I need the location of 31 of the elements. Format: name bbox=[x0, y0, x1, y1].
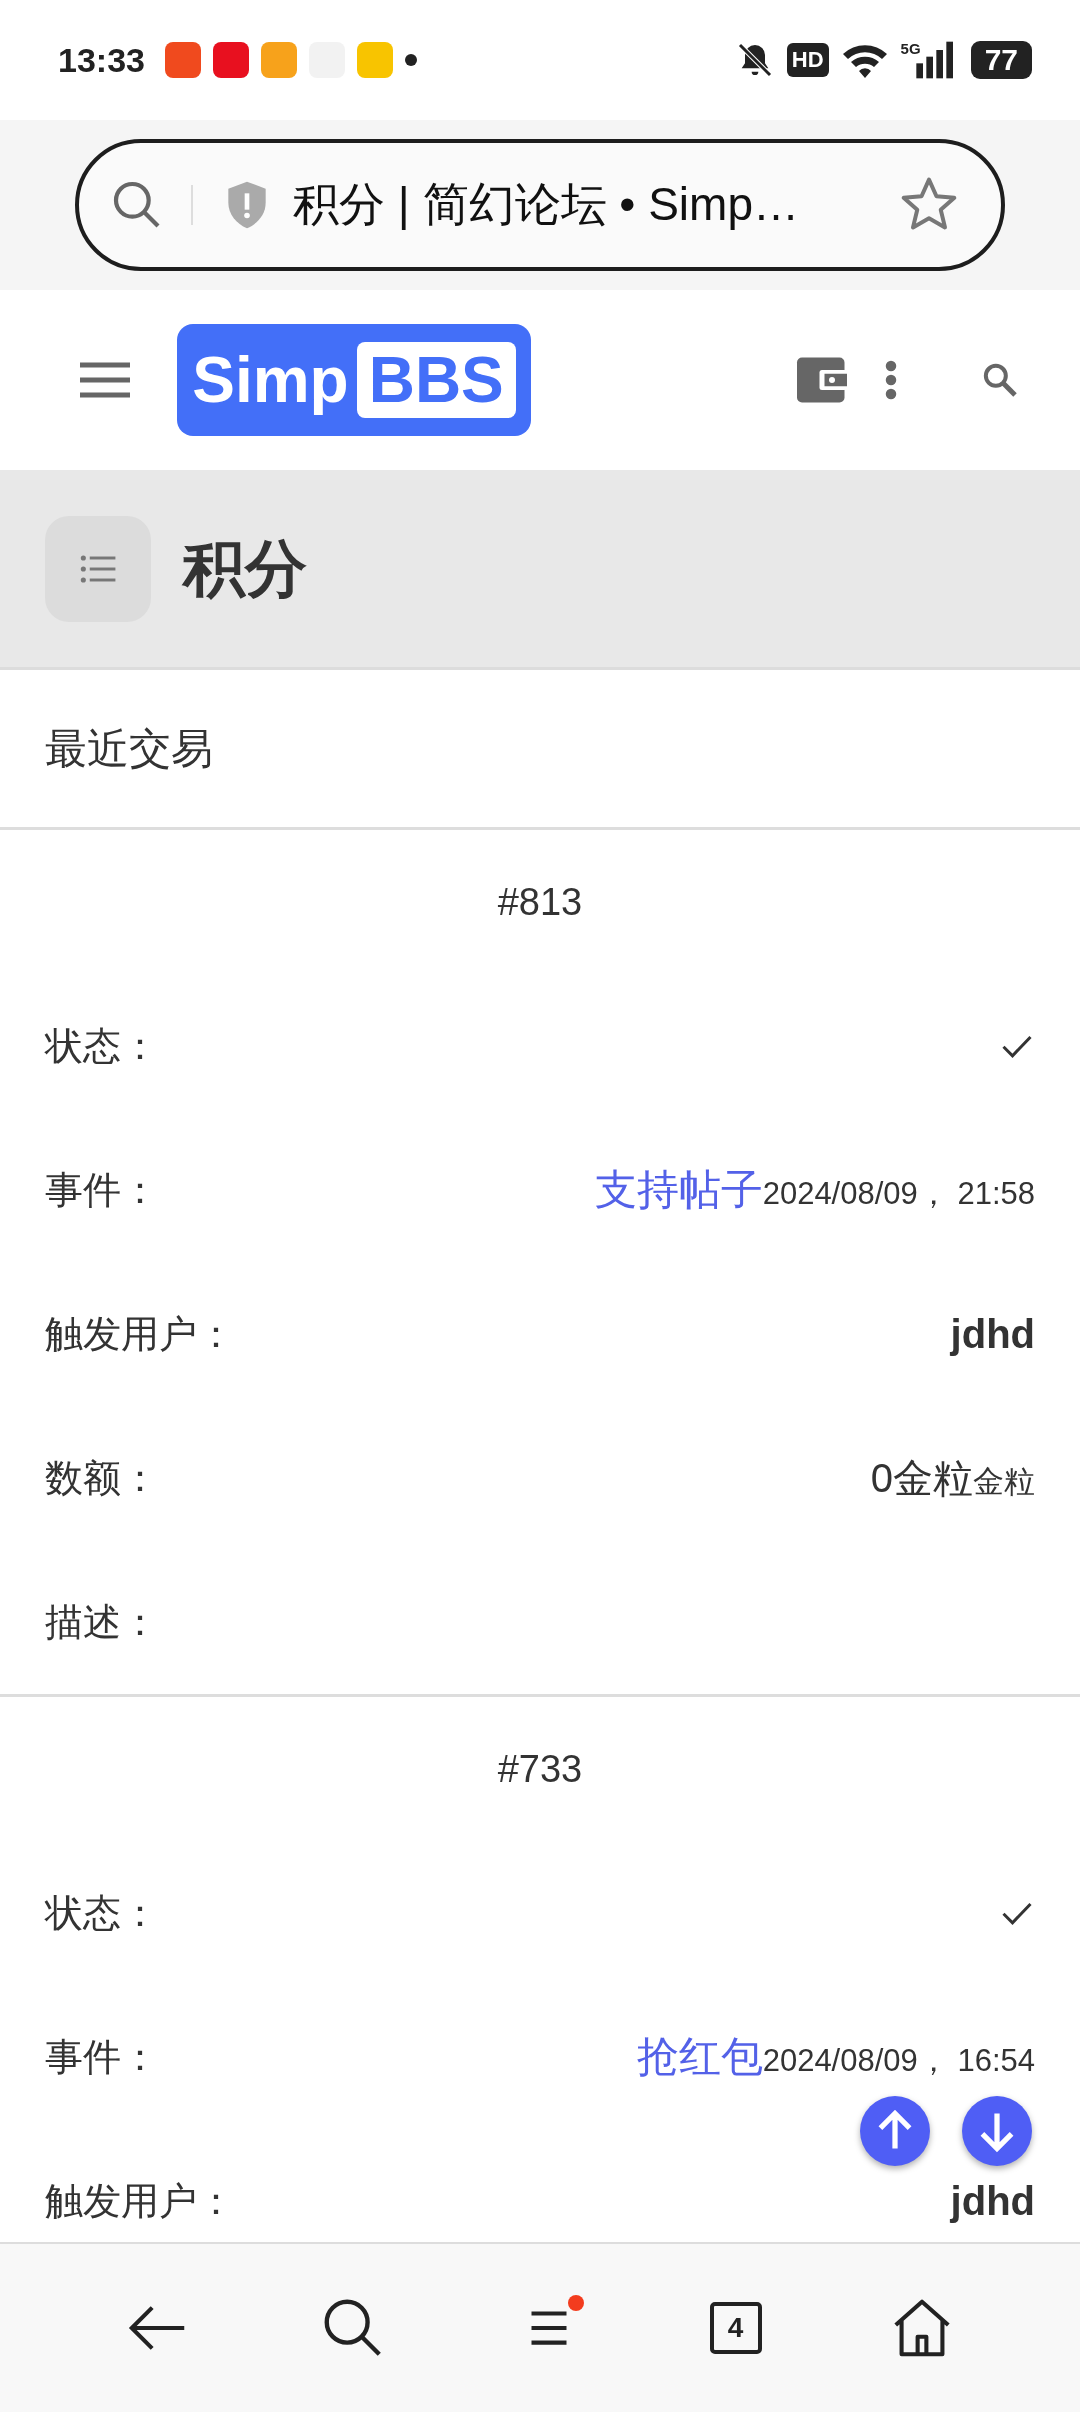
amount-value: 0金粒 bbox=[870, 1454, 973, 1502]
battery-indicator: 77 bbox=[970, 41, 1032, 79]
field-label: 事件： bbox=[45, 2034, 159, 2080]
site-logo[interactable]: Simp BBS bbox=[177, 324, 531, 436]
field-label: 触发用户： bbox=[45, 2178, 235, 2224]
page-heading: 积分 bbox=[183, 532, 307, 605]
section-heading: 最近交易 bbox=[45, 723, 213, 774]
amount-unit: 金粒 bbox=[973, 1463, 1035, 1501]
field-label: 状态： bbox=[45, 1890, 159, 1936]
field-label: 事件： bbox=[45, 1167, 159, 1213]
field-label: 数额： bbox=[45, 1455, 159, 1501]
field-label: 描述： bbox=[45, 1599, 159, 1645]
scroll-down-button[interactable] bbox=[962, 2096, 1032, 2166]
user-name: jdhd bbox=[950, 2178, 1035, 2224]
transaction-number: #733 bbox=[497, 1747, 583, 1791]
tabs-button[interactable]: 4 bbox=[709, 2302, 762, 2354]
event-time: 2024/08/09， 16:54 bbox=[762, 2042, 1035, 2080]
address-bar[interactable]: 积分 | 简幻论坛 • Simp… bbox=[75, 139, 1005, 271]
hd-indicator: HD bbox=[786, 43, 829, 77]
event-time: 2024/08/09， 21:58 bbox=[762, 1175, 1035, 1213]
event-link[interactable]: 抢红包 bbox=[636, 2029, 763, 2085]
user-name: jdhd bbox=[950, 1311, 1035, 1357]
transaction-number: #813 bbox=[497, 880, 583, 924]
field-label: 触发用户： bbox=[45, 1311, 235, 1357]
event-link[interactable]: 支持帖子 bbox=[594, 1162, 763, 1218]
field-label: 状态： bbox=[45, 1023, 159, 1069]
network-type: 5G bbox=[900, 40, 921, 57]
dot-icon bbox=[404, 54, 417, 66]
page-title-text: 积分 | 简幻论坛 • Simp… bbox=[293, 177, 800, 232]
clock-time: 13:33 bbox=[58, 40, 145, 80]
scroll-up-button[interactable] bbox=[860, 2096, 930, 2166]
